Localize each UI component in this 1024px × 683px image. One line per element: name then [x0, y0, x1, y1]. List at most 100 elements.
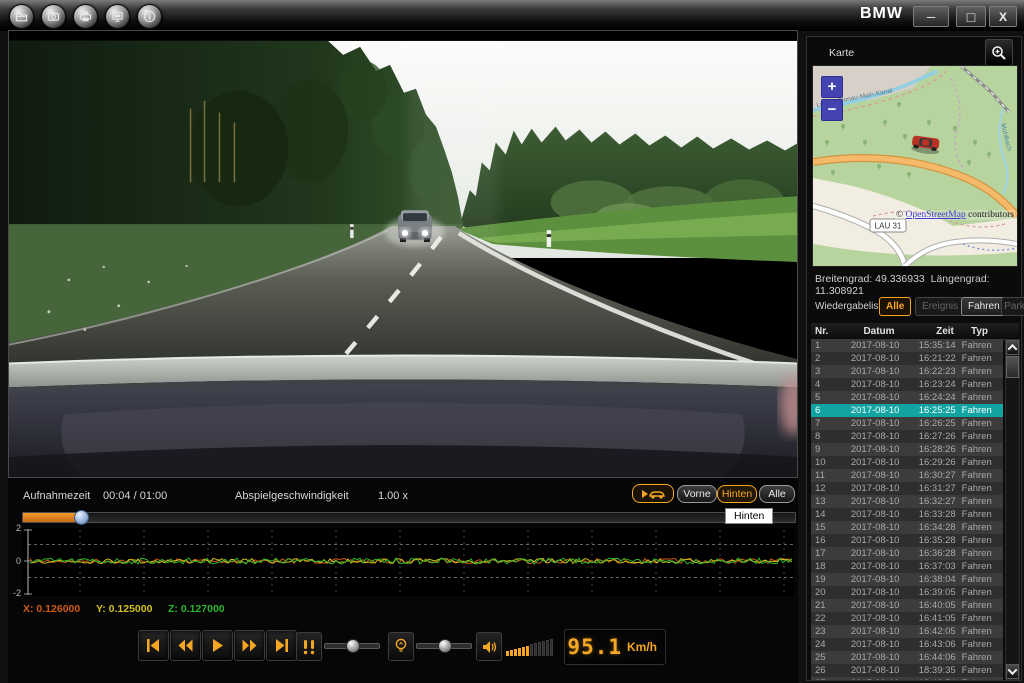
scroll-up-button[interactable]: [1006, 340, 1019, 355]
cell-datum: 2017-08-10: [838, 417, 913, 430]
contrast-button[interactable]: [296, 632, 322, 661]
recording-time-value: 00:04 / 01:00: [103, 490, 167, 502]
playlist-row[interactable]: 42017-08-1016:23:24Fahren: [811, 378, 1003, 391]
cell-zeit: 16:38:04: [913, 573, 962, 586]
cell-zeit: 16:34:28: [913, 521, 962, 534]
close-button[interactable]: X: [989, 6, 1017, 27]
contrast-slider-thumb[interactable]: [346, 639, 360, 653]
playlist-row[interactable]: 22017-08-1016:21:22Fahren: [811, 352, 1003, 365]
playlist-row[interactable]: 122017-08-1016:31:27Fahren: [811, 482, 1003, 495]
playlist-scrollbar[interactable]: [1005, 339, 1020, 680]
column-typ: Typ: [971, 326, 1015, 337]
cell-datum: 2017-08-10: [838, 365, 913, 378]
playlist-row[interactable]: 252017-08-1016:44:06Fahren: [811, 651, 1003, 664]
map-zoom-in-button[interactable]: +: [821, 76, 843, 98]
cell-datum: 2017-08-10: [838, 625, 913, 638]
playlist-row[interactable]: 182017-08-1016:37:03Fahren: [811, 560, 1003, 573]
playlist-row[interactable]: 102017-08-1016:29:26Fahren: [811, 456, 1003, 469]
cell-nr: 12: [811, 482, 838, 495]
fast-forward-button[interactable]: [234, 630, 265, 661]
playlist-row[interactable]: 242017-08-1016:43:06Fahren: [811, 638, 1003, 651]
playlist-row[interactable]: 12017-08-1015:35:14Fahren: [811, 339, 1003, 352]
cell-zeit: 16:22:23: [913, 365, 962, 378]
playlist-row[interactable]: 142017-08-1016:33:28Fahren: [811, 508, 1003, 521]
open-file-icon[interactable]: [9, 4, 34, 29]
maximize-button[interactable]: □: [956, 6, 986, 27]
playlist-row[interactable]: 172017-08-1016:36:28Fahren: [811, 547, 1003, 560]
rewind-button[interactable]: [170, 630, 201, 661]
cell-nr: 6: [811, 404, 838, 417]
scrollbar-thumb[interactable]: [1006, 356, 1019, 378]
brightness-button[interactable]: [388, 632, 414, 661]
playlist-row[interactable]: 92017-08-1016:28:26Fahren: [811, 443, 1003, 456]
cell-zeit: 18:40:54: [913, 677, 962, 680]
cell-zeit: 16:29:26: [913, 456, 962, 469]
playlist-row[interactable]: 152017-08-1016:34:28Fahren: [811, 521, 1003, 534]
playlist-row[interactable]: 262017-08-1018:39:35Fahren: [811, 664, 1003, 677]
cell-typ: Fahren: [962, 547, 1003, 560]
gsensor-tick-2: 2: [10, 523, 21, 533]
openstreetmap-link[interactable]: OpenStreetMap: [906, 210, 966, 220]
brightness-slider[interactable]: [416, 643, 472, 649]
map-canvas[interactable]: LAU 31 Ludwig-Donau-Main-Kanal Mühlbach …: [812, 65, 1018, 267]
volume-bar: [506, 651, 509, 656]
skip-end-button[interactable]: [266, 630, 297, 661]
brand-logo: BMW: [860, 5, 903, 23]
playlist-row[interactable]: 82017-08-1016:27:26Fahren: [811, 430, 1003, 443]
cell-typ: Fahren: [962, 677, 1003, 680]
skip-start-button[interactable]: [138, 630, 169, 661]
front-camera-button[interactable]: Vorne: [677, 485, 717, 503]
playlist-row[interactable]: 32017-08-1016:22:23Fahren: [811, 365, 1003, 378]
car-camera-toggle-button[interactable]: [632, 484, 674, 503]
playlist-row[interactable]: 202017-08-1016:39:05Fahren: [811, 586, 1003, 599]
playlist-row[interactable]: 212017-08-1016:40:05Fahren: [811, 599, 1003, 612]
column-zeit: Zeit: [919, 326, 971, 337]
cell-nr: 20: [811, 586, 838, 599]
map-zoom-button[interactable]: [985, 39, 1013, 66]
filter-fahren-button[interactable]: Fahren: [961, 297, 1007, 316]
brightness-slider-thumb[interactable]: [438, 639, 452, 653]
playlist-row[interactable]: 52017-08-1016:24:24Fahren: [811, 391, 1003, 404]
volume-bar: [530, 644, 533, 656]
playlist-row[interactable]: 112017-08-1016:30:27Fahren: [811, 469, 1003, 482]
progress-track[interactable]: [22, 512, 796, 523]
playlist-row[interactable]: 162017-08-1016:35:28Fahren: [811, 534, 1003, 547]
playlist-row[interactable]: 272017-08-1018:40:54Fahren: [811, 677, 1003, 680]
play-button[interactable]: [202, 630, 233, 661]
cell-typ: Fahren: [962, 365, 1003, 378]
map-zoom-out-button[interactable]: −: [821, 99, 843, 121]
rear-camera-button[interactable]: Hinten: [717, 485, 757, 503]
display-icon[interactable]: [105, 4, 130, 29]
all-camera-button[interactable]: Alle: [759, 485, 795, 503]
cell-zeit: 16:23:24: [913, 378, 962, 391]
cell-datum: 2017-08-10: [838, 573, 913, 586]
minimize-button[interactable]: ─: [913, 6, 949, 27]
print-icon[interactable]: [73, 4, 98, 29]
snapshot-icon[interactable]: [41, 4, 66, 29]
filter-parken-button[interactable]: Parken: [1001, 297, 1024, 316]
contrast-slider[interactable]: [324, 643, 380, 649]
volume-button[interactable]: [476, 632, 502, 661]
cell-nr: 25: [811, 651, 838, 664]
gsensor-y-value: Y: 0.125000: [96, 603, 152, 615]
playlist-row[interactable]: 62017-08-1016:25:25Fahren: [811, 404, 1003, 417]
scroll-down-button[interactable]: [1006, 664, 1019, 679]
cell-zeit: 16:44:06: [913, 651, 962, 664]
cell-typ: Fahren: [962, 443, 1003, 456]
cell-zeit: 16:36:28: [913, 547, 962, 560]
cell-typ: Fahren: [962, 612, 1003, 625]
volume-bar: [510, 650, 513, 656]
lightbulb-icon: [394, 638, 408, 655]
playlist-row[interactable]: 232017-08-1016:42:05Fahren: [811, 625, 1003, 638]
cell-zeit: 16:40:05: [913, 599, 962, 612]
progress-thumb[interactable]: [74, 510, 89, 525]
filter-ereignis-button[interactable]: Ereignis: [915, 297, 965, 316]
info-icon[interactable]: [137, 4, 162, 29]
playlist-row[interactable]: 192017-08-1016:38:04Fahren: [811, 573, 1003, 586]
playlist-row[interactable]: 132017-08-1016:32:27Fahren: [811, 495, 1003, 508]
playlist-row[interactable]: 72017-08-1016:26:25Fahren: [811, 417, 1003, 430]
cell-typ: Fahren: [962, 417, 1003, 430]
playlist-row[interactable]: 222017-08-1016:41:05Fahren: [811, 612, 1003, 625]
filter-alle-button[interactable]: Alle: [879, 297, 911, 316]
gsensor-tick-0: 0: [10, 556, 21, 566]
